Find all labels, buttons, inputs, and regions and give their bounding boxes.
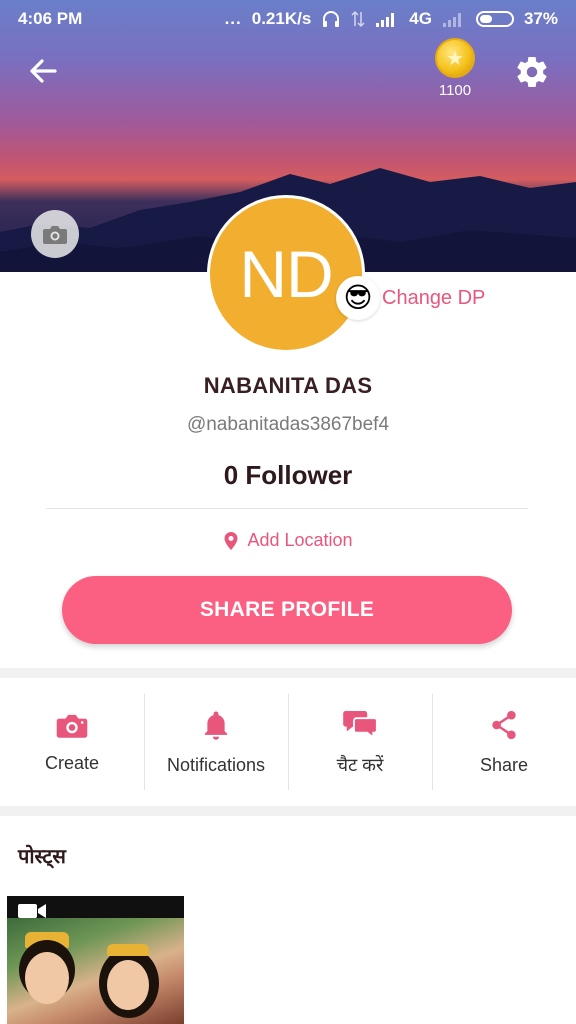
status-dots: ... xyxy=(224,9,242,28)
face-shape xyxy=(107,960,149,1010)
headphones-icon xyxy=(323,11,340,27)
post-thumbnail[interactable] xyxy=(7,896,184,1024)
add-location-button[interactable]: Add Location xyxy=(0,530,576,551)
settings-button[interactable] xyxy=(510,50,554,94)
change-dp-link[interactable]: Change DP xyxy=(382,287,485,310)
coin-balance[interactable]: ★ 1100 xyxy=(428,38,482,99)
chat-label: चैट करें xyxy=(336,755,384,775)
gear-icon xyxy=(517,57,547,88)
profile-handle: @nabanitadas3867bef4 xyxy=(186,414,390,435)
status-speed: 0.21K/s xyxy=(251,9,312,28)
camera-icon xyxy=(56,714,88,738)
share-label: Share xyxy=(479,754,529,775)
create-label: Create xyxy=(44,752,100,773)
coin-icon: ★ xyxy=(435,38,475,78)
post-image xyxy=(7,918,184,1024)
status-battery: 37% xyxy=(523,9,558,28)
coin-count: 1100 xyxy=(438,82,472,99)
status-network: 4G xyxy=(409,9,432,28)
change-cover-button[interactable] xyxy=(31,210,79,258)
signal-icon xyxy=(376,13,395,27)
action-bar: Create Notifications चैट करें Share xyxy=(0,678,576,806)
create-button[interactable]: Create xyxy=(0,678,144,806)
status-bar: 4:06 PM ... 0.21K/s 4G 37% xyxy=(0,0,576,38)
status-time: 4:06 PM xyxy=(18,9,83,28)
posts-section-title: पोस्ट्स xyxy=(18,846,66,868)
signal-weak-icon xyxy=(442,13,461,27)
avatar[interactable]: ND xyxy=(207,195,365,353)
share-button[interactable]: Share xyxy=(432,678,576,806)
chat-button[interactable]: चैट करें xyxy=(288,678,432,806)
section-separator xyxy=(0,806,576,816)
crown-shape xyxy=(107,944,149,956)
share-profile-button[interactable]: SHARE PROFILE xyxy=(62,576,512,644)
notifications-button[interactable]: Notifications xyxy=(144,678,288,806)
bell-icon xyxy=(204,710,228,740)
profile-name: NABANITA DAS xyxy=(203,373,373,398)
share-icon xyxy=(492,710,516,739)
notifications-label: Notifications xyxy=(166,754,266,775)
divider xyxy=(46,508,528,509)
back-button[interactable] xyxy=(22,52,64,90)
face-shape xyxy=(25,952,69,1004)
avatar-initials: ND xyxy=(239,237,333,311)
battery-icon xyxy=(475,11,514,27)
chat-icon xyxy=(343,711,378,739)
emoji-badge[interactable]: 😎 xyxy=(336,276,380,320)
section-separator xyxy=(0,668,576,678)
data-arrows-icon xyxy=(351,10,365,28)
add-location-label: Add Location xyxy=(247,530,353,550)
location-pin-icon xyxy=(224,531,238,550)
camera-icon xyxy=(43,226,67,244)
back-arrow-icon xyxy=(30,59,57,83)
sunglasses-emoji-icon: 😎 xyxy=(343,282,373,313)
follower-count[interactable]: 0 Follower xyxy=(0,460,576,491)
